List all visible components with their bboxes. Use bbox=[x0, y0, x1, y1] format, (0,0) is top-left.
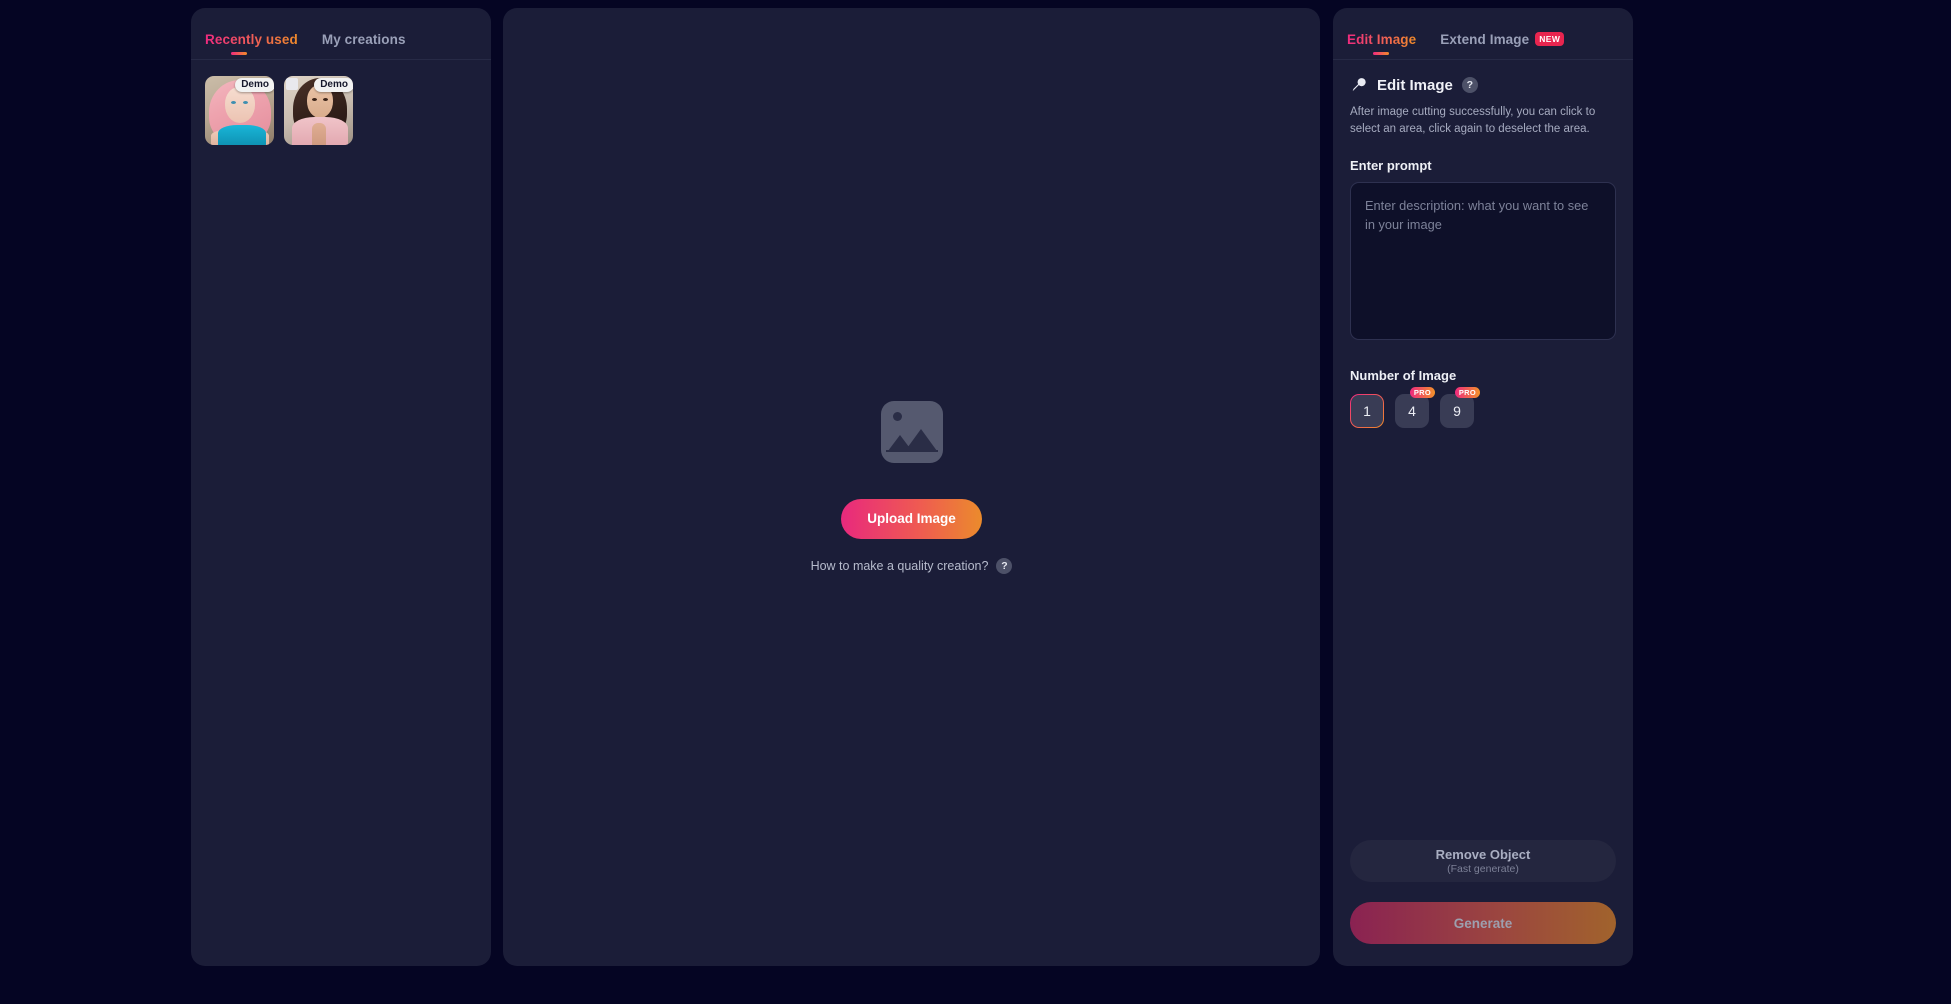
upload-dropzone[interactable]: Upload Image How to make a quality creat… bbox=[503, 8, 1320, 966]
settings-body: Edit Image ? After image cutting success… bbox=[1333, 60, 1633, 428]
question-mark-icon[interactable]: ? bbox=[1461, 77, 1478, 93]
demo-badge: Demo bbox=[314, 78, 353, 92]
tab-extend-image[interactable]: Extend Image NEW bbox=[1440, 32, 1565, 59]
prompt-input[interactable] bbox=[1350, 181, 1616, 340]
prompt-label: Enter prompt bbox=[1350, 157, 1432, 173]
remove-object-sublabel: (Fast generate) bbox=[1447, 863, 1519, 875]
magic-wand-icon bbox=[1352, 78, 1366, 92]
image-placeholder-icon bbox=[880, 400, 943, 463]
question-mark-icon[interactable]: ? bbox=[996, 557, 1013, 574]
pro-badge: PRO bbox=[1409, 386, 1435, 398]
tab-my-creations[interactable]: My creations bbox=[322, 32, 406, 59]
thumbnail-item[interactable]: Demo bbox=[284, 76, 353, 145]
pro-badge: PRO bbox=[1454, 386, 1480, 398]
center-canvas-panel: Upload Image How to make a quality creat… bbox=[503, 8, 1320, 966]
howto-row: How to make a quality creation? ? bbox=[810, 557, 1013, 574]
remove-object-button[interactable]: Remove Object (Fast generate) bbox=[1350, 840, 1616, 882]
tab-recently-used[interactable]: Recently used bbox=[205, 32, 298, 59]
tab-my-creations-label: My creations bbox=[321, 32, 406, 47]
number-option-1-value: 1 bbox=[1363, 402, 1371, 419]
section-hint: After image cutting successfully, you ca… bbox=[1350, 106, 1596, 136]
tab-extend-image-label: Extend Image bbox=[1440, 32, 1530, 47]
gallery-tabbar: Recently used My creations bbox=[191, 8, 491, 60]
number-option-9[interactable]: PRO 9 bbox=[1440, 386, 1480, 428]
thumbnail-corner-marker bbox=[286, 78, 298, 90]
tab-edit-image-label: Edit Image bbox=[1347, 32, 1417, 47]
number-option-9-value: 9 bbox=[1453, 402, 1461, 419]
tab-edit-image[interactable]: Edit Image bbox=[1347, 32, 1416, 59]
tab-recently-used-label: Recently used bbox=[205, 32, 298, 47]
howto-label: How to make a quality creation? bbox=[810, 558, 989, 573]
generate-button[interactable]: Generate bbox=[1350, 902, 1616, 944]
number-option-1[interactable]: 1 bbox=[1350, 394, 1384, 428]
settings-footer: Remove Object (Fast generate) Generate bbox=[1350, 840, 1616, 944]
thumbnail-list: Demo Demo bbox=[191, 60, 491, 145]
app-root: Recently used My creations Demo Demo Upl… bbox=[0, 0, 1951, 1004]
right-settings-panel: Edit Image Extend Image NEW Edit Image ? … bbox=[1333, 8, 1633, 966]
section-title: Edit Image bbox=[1377, 76, 1453, 94]
edit-image-section-header: Edit Image ? bbox=[1350, 76, 1616, 94]
number-of-image-label: Number of Image bbox=[1350, 367, 1457, 383]
remove-object-label: Remove Object bbox=[1435, 847, 1531, 862]
settings-tabbar: Edit Image Extend Image NEW bbox=[1333, 8, 1633, 60]
number-option-4[interactable]: PRO 4 bbox=[1395, 386, 1435, 428]
upload-image-button[interactable]: Upload Image bbox=[841, 498, 982, 539]
demo-badge: Demo bbox=[235, 78, 274, 92]
number-option-4-value: 4 bbox=[1408, 402, 1416, 419]
thumbnail-item[interactable]: Demo bbox=[205, 76, 274, 145]
new-badge: NEW bbox=[1535, 32, 1565, 46]
number-of-image-options: 1 PRO 4 PRO 9 bbox=[1350, 386, 1616, 428]
left-gallery-panel: Recently used My creations Demo Demo bbox=[191, 8, 491, 966]
